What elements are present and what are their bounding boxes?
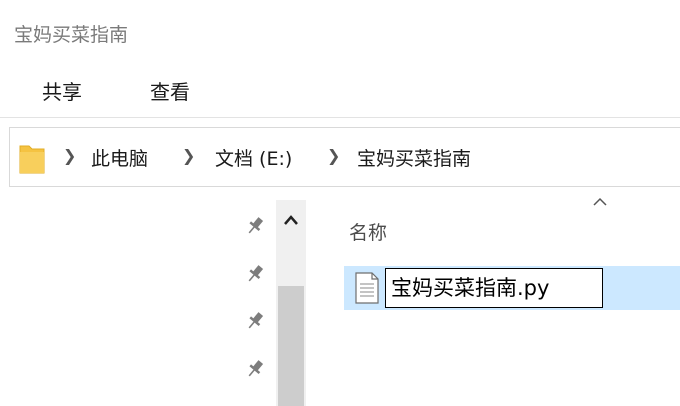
pin-icon[interactable] bbox=[244, 263, 266, 285]
tab-view[interactable]: 查看 bbox=[150, 76, 190, 105]
ribbon-divider bbox=[0, 117, 680, 118]
folder-icon bbox=[19, 141, 45, 175]
nav-scrollbar[interactable] bbox=[276, 200, 306, 406]
address-bar[interactable]: ❯ 此电脑 ❯ 文档 (E:) ❯ 宝妈买菜指南 bbox=[9, 127, 680, 187]
column-header-name[interactable]: 名称 bbox=[349, 218, 387, 245]
file-list: 名称 宝妈买菜指南.py bbox=[306, 188, 680, 406]
pin-icon[interactable] bbox=[244, 215, 266, 237]
scrollbar-thumb[interactable] bbox=[278, 286, 304, 406]
title-bar: 宝妈买菜指南 bbox=[0, 0, 680, 64]
rename-input[interactable]: 宝妈买菜指南.py bbox=[385, 268, 603, 308]
chevron-right-icon[interactable]: ❯ bbox=[182, 146, 195, 165]
sort-ascending-icon bbox=[590, 194, 610, 208]
text-file-icon bbox=[354, 272, 380, 304]
tab-share[interactable]: 共享 bbox=[42, 76, 82, 105]
file-row-selected[interactable]: 宝妈买菜指南.py bbox=[344, 266, 680, 310]
chevron-right-icon[interactable]: ❯ bbox=[63, 146, 76, 165]
breadcrumb-documents-drive[interactable]: 文档 (E:) bbox=[215, 144, 292, 171]
window-title: 宝妈买菜指南 bbox=[14, 24, 129, 46]
breadcrumb-current-folder[interactable]: 宝妈买菜指南 bbox=[357, 144, 471, 171]
chevron-right-icon[interactable]: ❯ bbox=[327, 146, 340, 165]
pin-icon[interactable] bbox=[244, 310, 266, 332]
ribbon: 共享 查看 bbox=[0, 64, 680, 118]
navigation-pane bbox=[0, 188, 306, 406]
pin-icon[interactable] bbox=[244, 358, 266, 380]
breadcrumb-this-pc[interactable]: 此电脑 bbox=[91, 144, 148, 171]
chevron-up-icon[interactable] bbox=[276, 200, 306, 240]
